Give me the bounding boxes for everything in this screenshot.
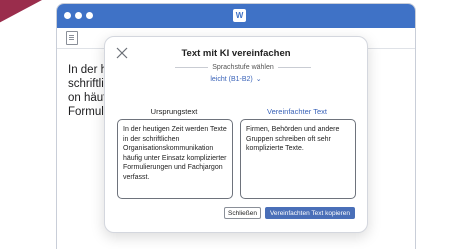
source-text-area[interactable]: In der heutigen Zeit werden Texte in der…	[117, 119, 233, 199]
simplified-text-area[interactable]: Firmen, Behörden und andere Gruppen schr…	[240, 119, 356, 199]
corner-decoration	[0, 0, 42, 25]
document-icon[interactable]	[66, 31, 78, 45]
dialog-title: Text mit KI vereinfachen	[181, 48, 291, 59]
divider	[277, 66, 312, 68]
simplify-dialog: Text mit KI vereinfachen Sprachstufe wäh…	[104, 36, 368, 233]
stage: W In der h schriftli on häufi Formuli Te…	[0, 0, 472, 249]
window-dot-close[interactable]	[64, 12, 71, 19]
chevron-down-icon: ⌄	[255, 76, 262, 83]
level-label: Sprachstufe wählen	[212, 63, 274, 71]
level-label-row: Sprachstufe wählen	[175, 61, 312, 73]
window-controls	[64, 12, 93, 19]
copy-simplified-button[interactable]: Vereinfachten Text kopieren	[265, 207, 355, 219]
language-level-select[interactable]: leicht (B1-B2) ⌄	[105, 75, 367, 83]
close-button[interactable]: Schließen	[224, 207, 261, 219]
window-dot-minimize[interactable]	[75, 12, 82, 19]
source-heading: Ursprungstext	[150, 107, 198, 116]
divider	[175, 66, 209, 68]
title-bar: W	[57, 4, 415, 28]
word-logo-icon: W	[233, 9, 246, 22]
simplified-heading: Vereinfachter Text	[267, 107, 327, 116]
window-dot-maximize[interactable]	[86, 12, 93, 19]
level-select-value: leicht (B1-B2)	[210, 76, 253, 83]
